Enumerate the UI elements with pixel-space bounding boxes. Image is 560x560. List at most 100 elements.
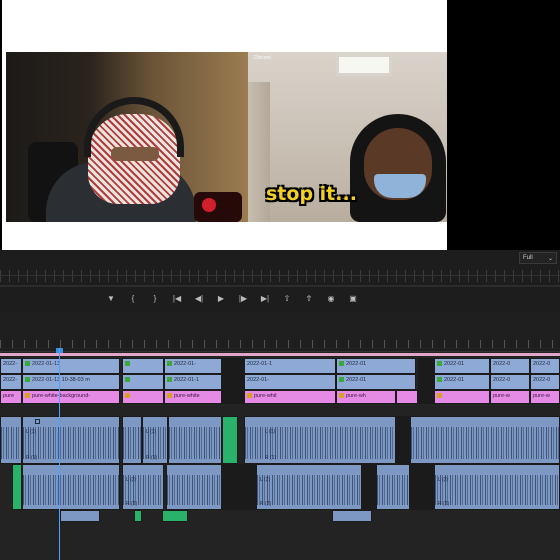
audio-clip-selected[interactable] [134,510,142,522]
track-gap [418,358,434,374]
audio-clip[interactable]: L (2) R (2) [256,464,362,510]
mark-in-button[interactable]: { [122,291,144,305]
add-marker-button[interactable]: ▼ [100,291,122,305]
mark-out-button[interactable]: } [144,291,166,305]
graphic-clip[interactable]: pure-white-background- [22,390,120,404]
extract-button[interactable]: ⇮ [298,291,320,305]
audio-clip[interactable] [168,416,222,464]
step-back-button[interactable]: ◀| [188,291,210,305]
audio-clip[interactable] [166,464,222,510]
go-to-in-button[interactable]: |◀ [166,291,188,305]
playhead-line[interactable] [59,348,60,560]
graphic-clip[interactable]: pure-wh [336,390,396,404]
fx-icon [437,377,442,383]
audio-clip[interactable] [122,416,142,464]
export-frame-button[interactable]: ◉ [320,291,342,305]
clip-label: 2022-01 [346,361,367,367]
checkbox-icon [35,419,40,424]
audio-clip[interactable]: L (1) R (1) [22,416,120,464]
video-clip[interactable]: 2022-01-13 10-38-03 m [22,374,120,390]
video-clip[interactable] [122,358,164,374]
video-clip[interactable]: 2022-01 [336,358,416,374]
audio-clip[interactable]: L (2) R (2) [434,464,560,510]
camera-icon: ◉ [327,293,335,303]
ruler-ticks [0,340,560,348]
channel-label: R (2) [438,501,450,507]
monitor-scrub-bar[interactable] [0,285,560,287]
video-clip[interactable]: 2022-01- [244,374,336,390]
video-clip[interactable]: 2022-01- [164,358,222,374]
graphic-clip[interactable]: pure-whit [244,390,336,404]
transport-controls: ▼ { } |◀ ◀| ▶ |▶ ▶| ⇧ ⇮ ◉ ▣ [100,290,380,306]
timeline-ruler[interactable] [0,312,560,352]
channel-label: L (2) [438,477,449,483]
fx-icon [437,393,442,399]
graphic-clip[interactable]: pure-white [164,390,222,404]
comparison-view-button[interactable]: ▣ [342,291,364,305]
fx-icon [339,377,344,383]
audio-clip-selected[interactable] [222,416,238,464]
monitor-time-ruler[interactable] [0,270,560,282]
audio-clip[interactable]: L (1) R (1) [142,416,168,464]
waveform [377,475,409,505]
video-frame: Discord stop it... [2,0,447,250]
play-button[interactable]: ▶ [210,291,232,305]
lift-button[interactable]: ⇧ [276,291,298,305]
webcam-left [6,52,248,222]
video-clip[interactable]: 2022- [0,374,22,390]
graphic-clip[interactable]: pure [0,390,22,404]
clip-label: pure-w [533,393,550,399]
fx-icon [437,361,442,367]
graphic-clip[interactable] [434,390,490,404]
graphic-clip[interactable]: pure-w [490,390,530,404]
audio-clip-selected[interactable] [162,510,188,522]
track-gap [410,464,434,510]
video-clip[interactable]: 2022-0 [530,358,560,374]
ceiling-light [336,54,392,76]
audio-clip[interactable] [0,416,22,464]
overlay-caption: stop it... [266,183,357,205]
track-a3 [0,510,560,522]
video-clip[interactable]: 2022-0 [490,358,530,374]
clip-label: 2022- [3,377,18,383]
go-to-out-button[interactable]: ▶| [254,291,276,305]
video-clip[interactable]: 2022-01 [434,358,490,374]
video-clip[interactable]: 2022-01-1 [244,358,336,374]
step-forward-button[interactable]: |▶ [232,291,254,305]
audio-clip[interactable] [332,510,372,522]
video-clip[interactable]: 2022-01 [434,374,490,390]
audio-clip[interactable]: L (2) R (2) [122,464,164,510]
graphic-clip[interactable] [122,390,164,404]
audio-clip-selected[interactable] [12,464,22,510]
audio-clip[interactable] [376,464,410,510]
video-clip[interactable]: 2022-01-1 [164,374,222,390]
fx-icon [25,393,30,399]
clip-label: 2022-01- [174,361,197,367]
video-clip[interactable]: 2022-01 [336,374,416,390]
channel-label: R (1) [265,455,277,461]
marker-icon: ▼ [107,293,115,303]
video-clip[interactable]: 2022- [0,358,22,374]
video-clip[interactable] [122,374,164,390]
fx-icon [25,377,30,383]
graphic-clip[interactable] [396,390,418,404]
cam-tag: Discord [254,55,271,61]
video-clip[interactable]: 2022-0 [490,374,530,390]
clip-label: 2022-0 [533,361,551,367]
clip-label: 2022-0 [493,361,511,367]
playback-resolution-select[interactable]: Full ⌄ [519,252,557,264]
fx-icon [167,377,172,383]
person-left-eyes [111,147,159,161]
mark-out-icon: } [153,293,157,303]
graphic-clip[interactable]: pure-w [530,390,560,404]
audio-clip[interactable]: L (1) R (1) [244,416,396,464]
audio-clip[interactable] [410,416,560,464]
clip-label: 2022- [3,361,18,367]
audio-clip[interactable] [22,464,120,510]
audio-clip[interactable] [60,510,100,522]
clip-label: 2022-01-13 [32,361,61,367]
video-clip[interactable]: 2022-01-13 [22,358,120,374]
video-clip[interactable]: 2022-0 [530,374,560,390]
channel-label: R (2) [126,501,138,507]
work-area-bar[interactable] [0,353,560,356]
